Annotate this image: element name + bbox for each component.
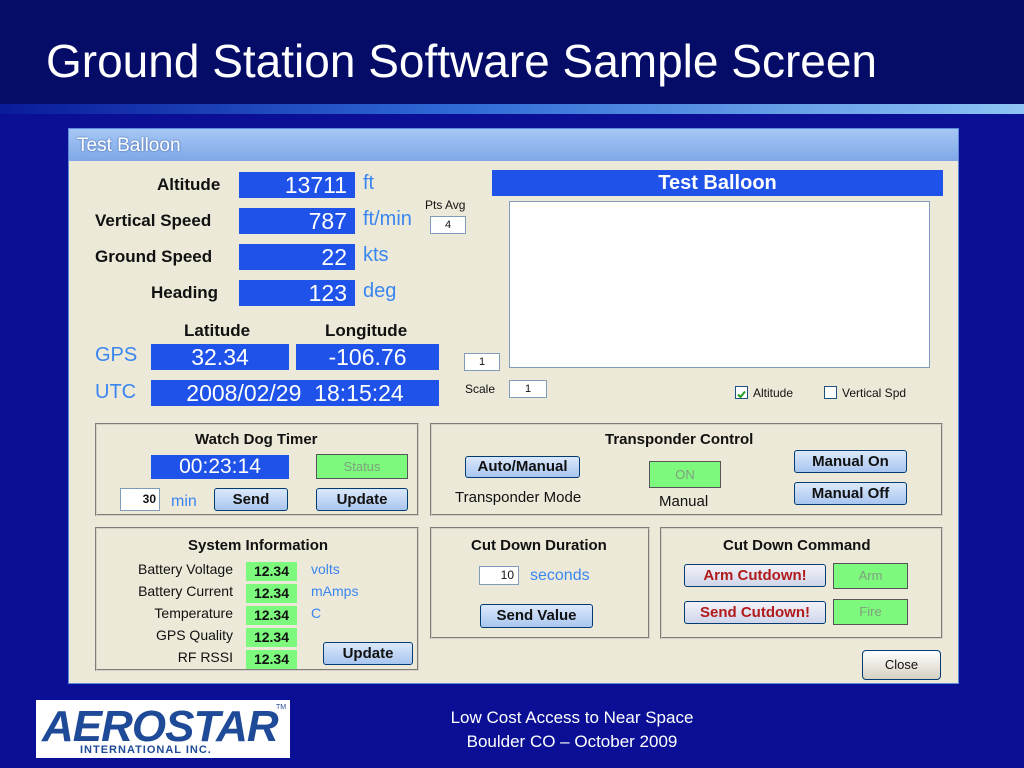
check-icon [737, 390, 746, 399]
cutdown-duration-unit: seconds [530, 567, 590, 584]
watchdog-timer: 00:23:14 [151, 455, 289, 479]
heading-label: Heading [151, 283, 219, 302]
ground-speed-value: 22 [239, 244, 355, 270]
footer-line-2: Boulder CO – October 2009 [466, 732, 678, 751]
pts-avg-label: Pts Avg [425, 198, 466, 212]
system-update-button[interactable]: Update [323, 642, 413, 665]
latitude-label: Latitude [184, 321, 251, 340]
ground-speed-label: Ground Speed [95, 247, 213, 266]
transponder-mode-label: Transponder Mode [455, 489, 582, 506]
aerostar-logo: AEROSTAR TM INTERNATIONAL INC. [36, 700, 290, 758]
vertical-spd-checkbox[interactable] [824, 386, 837, 399]
watchdog-send-button[interactable]: Send [214, 488, 288, 511]
system-row-value: 12.34 [246, 628, 297, 647]
gps-label: GPS [95, 344, 138, 366]
window-title: Test Balloon [77, 135, 181, 156]
vertical-spd-checkbox-label: Vertical Spd [842, 386, 907, 400]
plot-small-input[interactable]: 1 [464, 353, 500, 371]
cutdown-duration-title: Cut Down Duration [471, 537, 607, 554]
plot-canvas[interactable] [509, 201, 930, 368]
system-row-value: 12.34 [246, 584, 297, 603]
system-row-value: 12.34 [246, 562, 297, 581]
cutdown-command-title: Cut Down Command [723, 537, 871, 554]
system-row-label: Battery Current [138, 583, 233, 599]
watchdog-update-button[interactable]: Update [316, 488, 408, 511]
system-row-label: Temperature [154, 605, 233, 621]
watchdog-minutes-input[interactable]: 30 [120, 488, 160, 511]
cutdown-duration-input[interactable]: 10 [479, 566, 519, 585]
altitude-checkbox-label: Altitude [753, 386, 794, 400]
send-cutdown-button[interactable]: Send Cutdown! [684, 601, 826, 624]
plot-header-bar: Test Balloon [492, 170, 943, 196]
logo-trademark: TM [276, 704, 287, 711]
scale-input[interactable]: 1 [509, 380, 547, 398]
footer-line-1: Low Cost Access to Near Space [450, 708, 694, 727]
vertical-speed-label: Vertical Speed [95, 211, 212, 230]
manual-off-button[interactable]: Manual Off [794, 482, 907, 505]
system-row-value: 12.34 [246, 606, 297, 625]
utc-label: UTC [95, 381, 137, 403]
fire-status: Fire [833, 599, 908, 625]
system-row-unit: volts [311, 561, 340, 577]
transponder-title: Transponder Control [605, 431, 754, 448]
heading-unit: deg [363, 280, 397, 302]
plot-header-title: Test Balloon [658, 172, 777, 194]
vertical-speed-value: 787 [239, 208, 355, 234]
system-row-label: GPS Quality [155, 627, 233, 643]
ground-speed-unit: kts [363, 244, 389, 266]
latitude-value: 32.34 [151, 344, 289, 370]
altitude-checkbox[interactable] [735, 386, 748, 399]
scale-label: Scale [465, 382, 496, 396]
watchdog-minutes-unit: min [171, 493, 197, 510]
altitude-label: Altitude [157, 175, 221, 194]
arm-cutdown-button[interactable]: Arm Cutdown! [684, 564, 826, 587]
arm-status: Arm [833, 563, 908, 589]
altitude-unit: ft [363, 172, 375, 194]
vertical-speed-unit: ft/min [363, 208, 412, 230]
system-info-title: System Information [188, 537, 329, 554]
window-titlebar[interactable]: Test Balloon [69, 129, 958, 161]
manual-on-button[interactable]: Manual On [794, 450, 907, 473]
system-row-label: RF RSSI [177, 649, 233, 665]
ground-station-window: Test Balloon Altitude 13711 ft Vertical … [68, 128, 959, 684]
utc-value: 2008/02/29 18:15:24 [151, 380, 439, 406]
watchdog-status: Status [316, 454, 408, 479]
pts-avg-input[interactable]: 4 [430, 216, 466, 234]
system-row-unit: C [311, 605, 322, 621]
watchdog-title: Watch Dog Timer [195, 431, 318, 448]
system-row-value: 12.34 [246, 650, 297, 669]
altitude-value: 13711 [239, 172, 355, 198]
system-row-unit: mAmps [311, 583, 359, 599]
title-divider [0, 104, 1024, 114]
system-row-label: Battery Voltage [138, 561, 233, 577]
slide-title: Ground Station Software Sample Screen [46, 35, 878, 87]
transponder-manual-label: Manual [659, 493, 709, 510]
longitude-label: Longitude [325, 321, 408, 340]
close-button[interactable]: Close [862, 650, 941, 680]
send-value-button[interactable]: Send Value [480, 604, 593, 628]
transponder-on-status: ON [649, 461, 721, 488]
logo-subtitle: INTERNATIONAL INC. [80, 744, 212, 756]
auto-manual-button[interactable]: Auto/Manual [465, 456, 580, 478]
heading-value: 123 [239, 280, 355, 306]
longitude-value: -106.76 [296, 344, 439, 370]
